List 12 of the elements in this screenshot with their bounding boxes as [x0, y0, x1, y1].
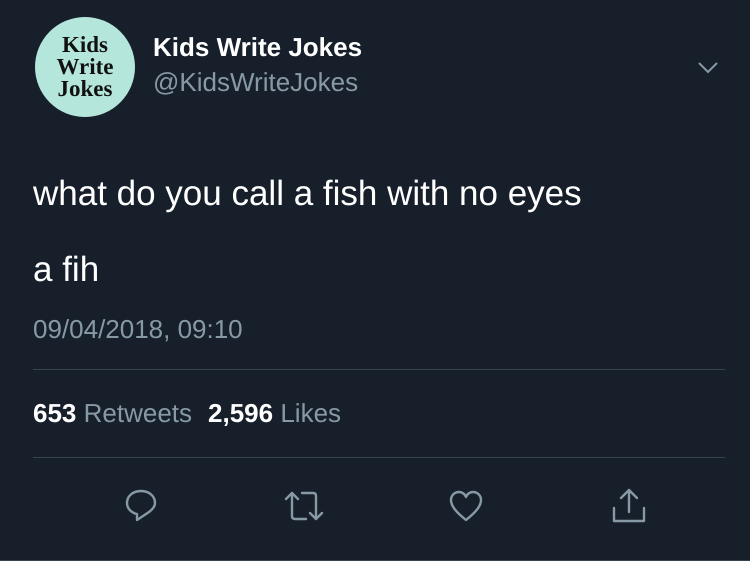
stat-count[interactable]: 653 Retweets	[33, 395, 192, 431]
chevron-down-icon[interactable]	[697, 61, 719, 75]
tweet-text: a fih	[33, 249, 100, 291]
timestamp: 09/04/2018, 09:10	[33, 313, 244, 345]
display-name[interactable]: Kids Write Jokes	[153, 31, 362, 63]
user-handle: @KidsWriteJokes	[153, 66, 358, 99]
logo-text: Jokes	[58, 78, 112, 100]
logo-text: Write	[56, 56, 114, 78]
stat-count[interactable]: 2,596 Likes	[208, 395, 342, 431]
tweet-text: what do you call a fish with no eyes	[33, 173, 583, 215]
avatar-logo[interactable]: Kids Write Jokes	[35, 17, 135, 117]
logo-text: Kids	[62, 34, 108, 56]
